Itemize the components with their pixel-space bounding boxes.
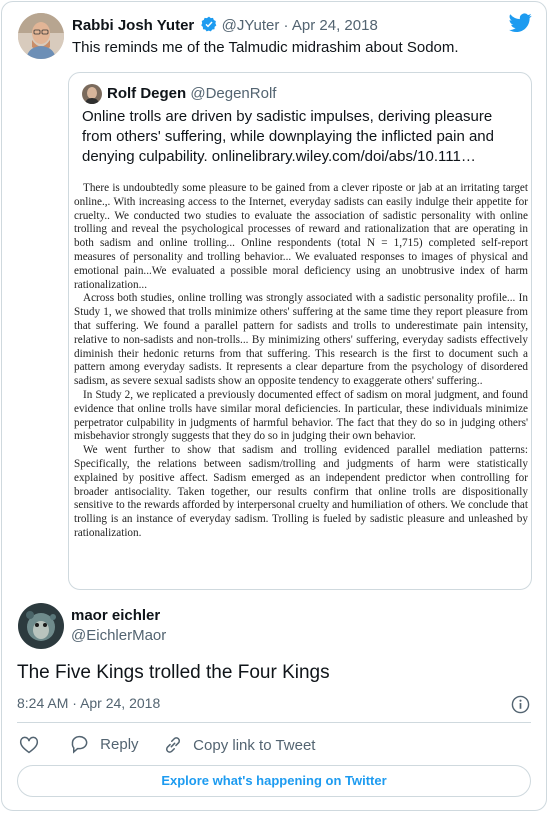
author-avatar[interactable] [18,13,64,59]
speech-bubble-icon [71,735,88,754]
reply-date: Apr 24, 2018 [80,695,161,711]
copy-link-label: Copy link to Tweet [193,736,316,754]
reply-author-avatar[interactable] [18,603,64,649]
reply-button[interactable]: Reply [70,735,139,754]
abstract-paragraph: There is undoubtedly some pleasure to be… [74,182,528,291]
info-icon[interactable] [511,695,530,714]
reply-author-name[interactable]: maor eichler [71,607,160,624]
author-name[interactable]: Rabbi Josh Yuter [72,17,194,34]
reply-text: The Five Kings trolled the Four Kings [17,662,330,683]
tweet-header: Rabbi Josh Yuter @JYuter · Apr 24, 2018 [72,16,378,34]
explore-twitter-button[interactable]: Explore what's happening on Twitter [17,765,531,797]
link-icon [165,737,181,753]
quoted-author-handle[interactable]: @DegenRolf [190,85,276,102]
quoted-tweet-text: Online trolls are driven by sadistic imp… [82,108,494,165]
verified-badge-icon [201,16,217,32]
reply-label: Reply [100,736,139,753]
separator-dot: · [72,695,77,711]
reply-timestamp[interactable]: 8:24 AM · Apr 24, 2018 [17,695,160,711]
reply-time: 8:24 AM [17,695,69,711]
author-handle[interactable]: @JYuter [222,17,280,34]
quoted-author-avatar[interactable] [82,84,102,104]
quoted-author-name[interactable]: Rolf Degen [107,85,186,102]
separator-dot: · [283,17,289,34]
quoted-header: Rolf Degen @DegenRolf [107,85,276,102]
divider [17,722,531,723]
tweet-text: This reminds me of the Talmudic midrashi… [72,39,459,56]
heart-icon[interactable] [19,735,39,754]
abstract-paragraph: We went further to show that sadism and … [74,444,528,539]
copy-link-button[interactable]: Copy link to Tweet [163,735,315,755]
twitter-bird-icon[interactable] [509,13,532,33]
abstract-paragraph: In Study 2, we replicated a previously d… [74,388,528,443]
abstract-paragraph: Across both studies, online trolling was… [74,292,528,388]
tweet-date[interactable]: Apr 24, 2018 [292,17,378,34]
reply-author-handle[interactable]: @EichlerMaor [71,627,166,644]
quoted-tweet-image[interactable]: There is undoubtedly some pleasure to be… [74,182,528,541]
